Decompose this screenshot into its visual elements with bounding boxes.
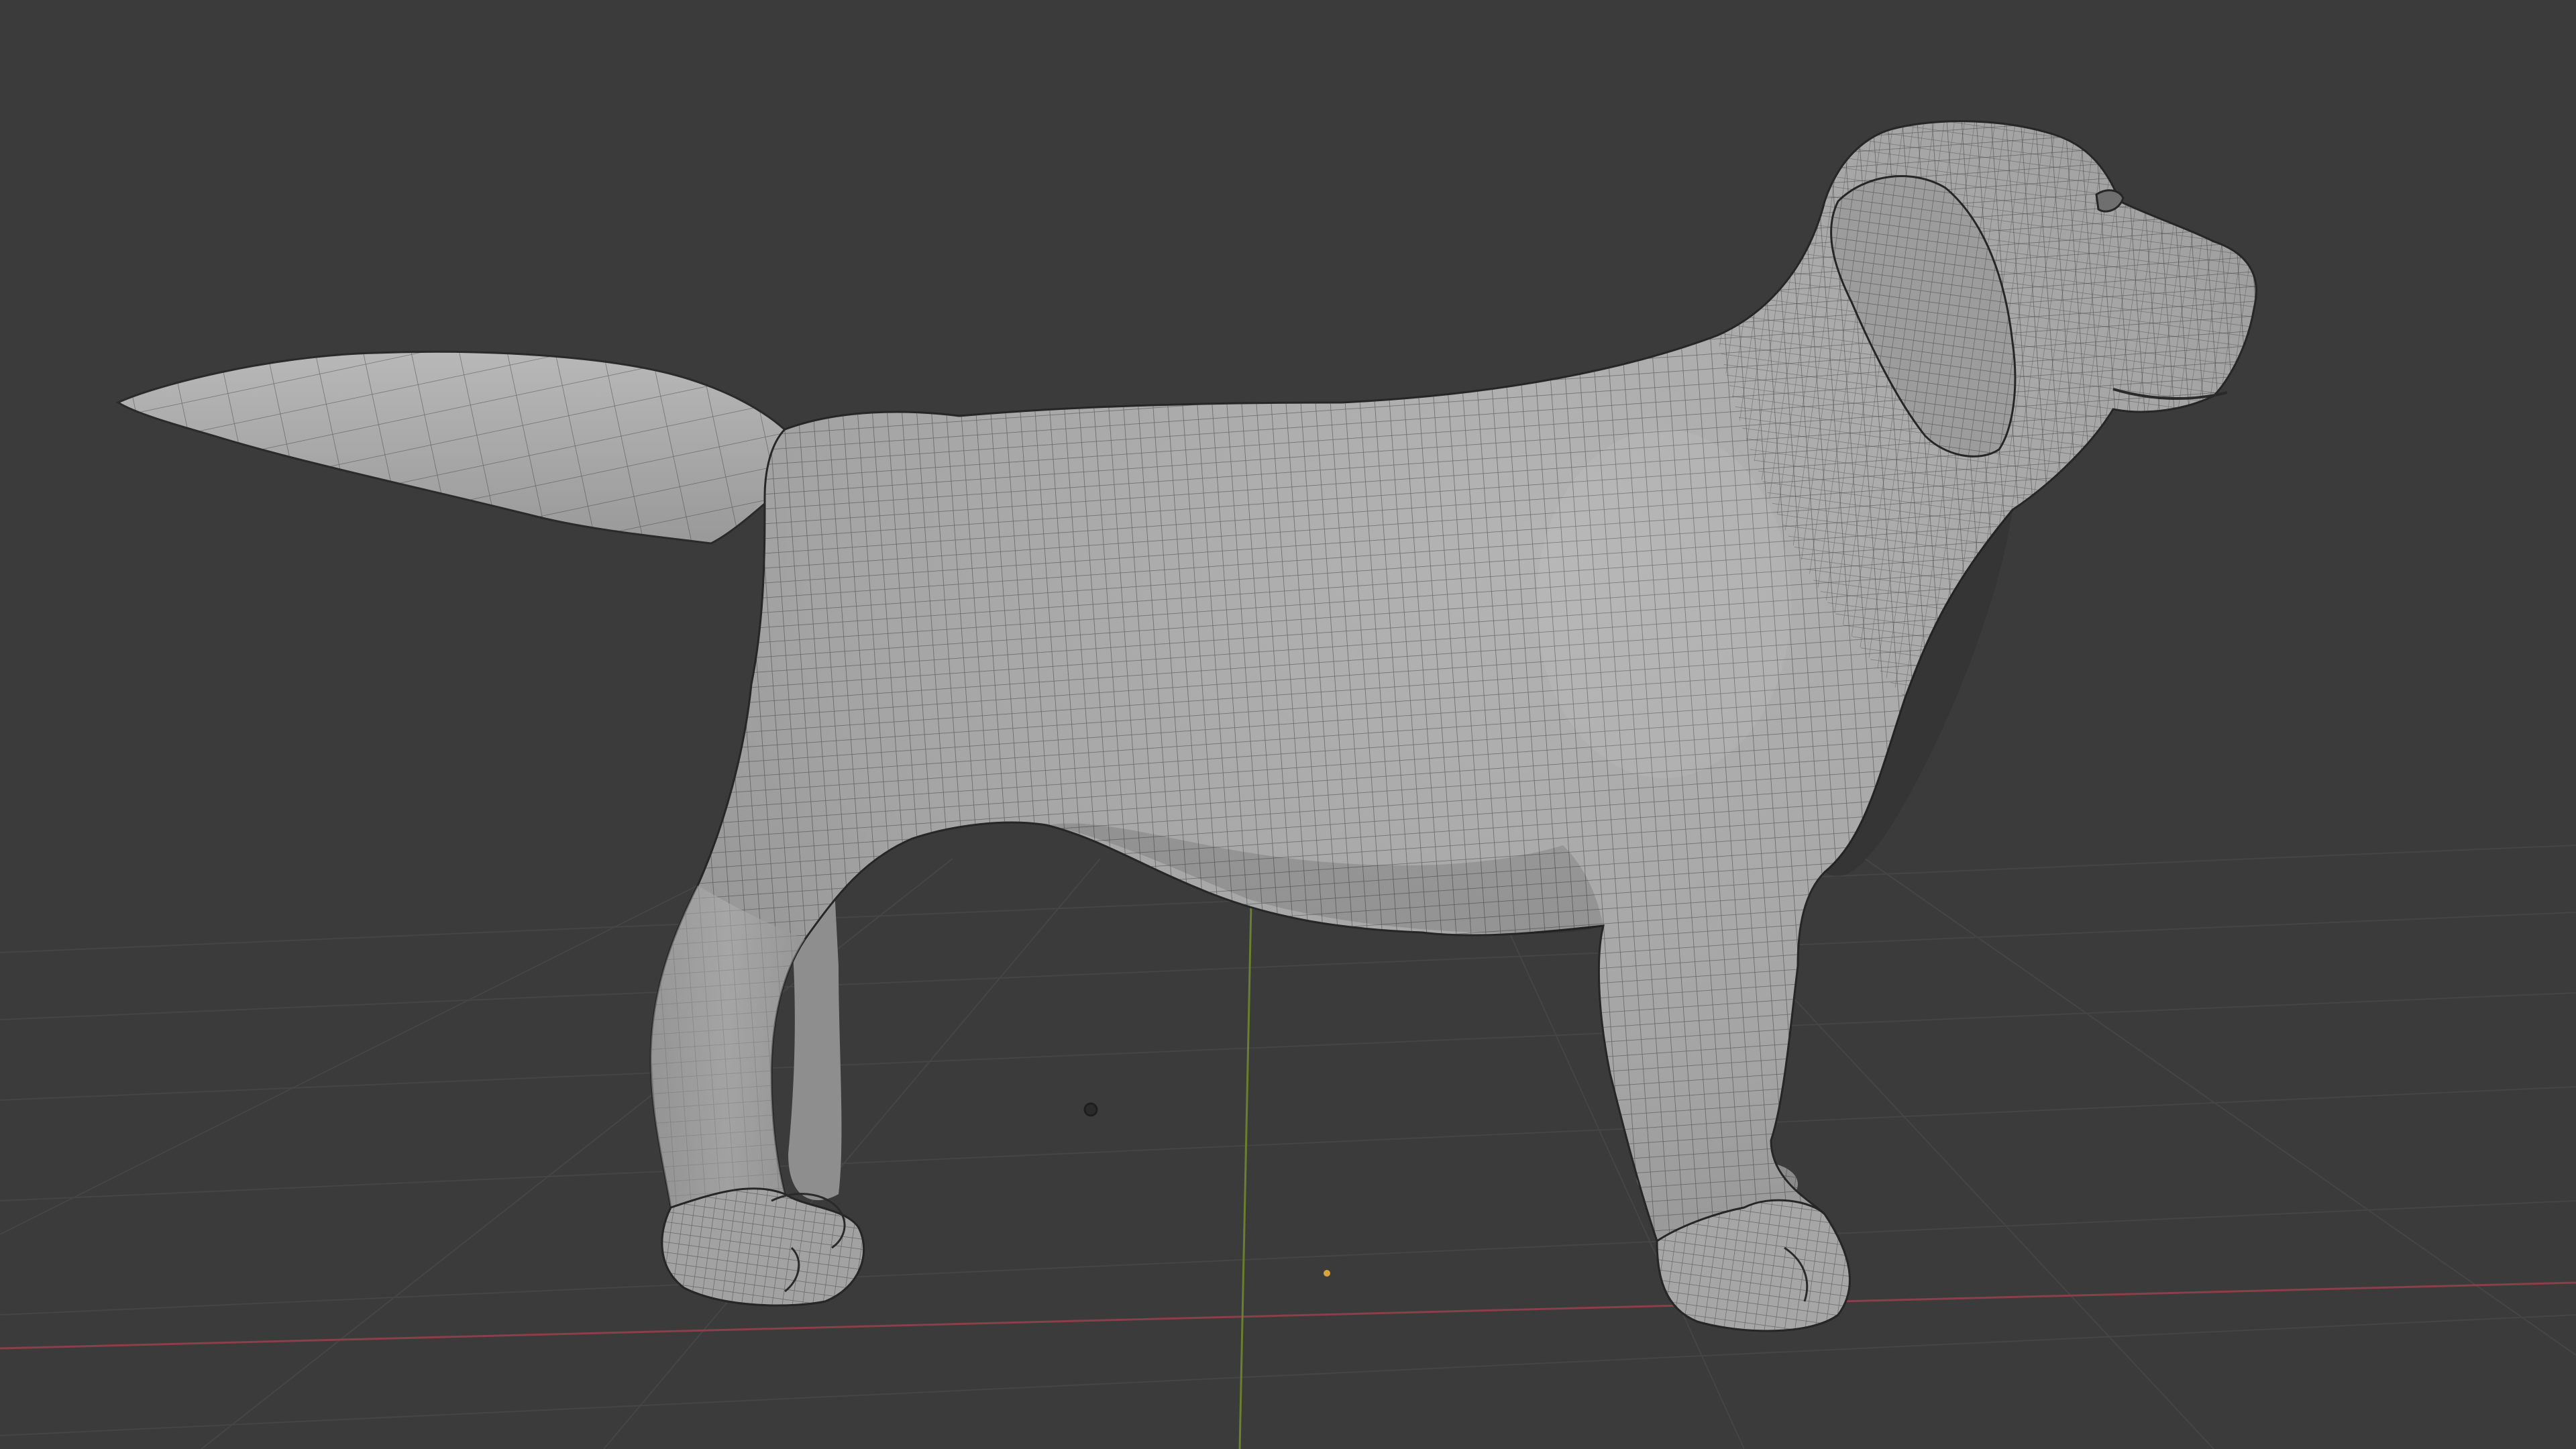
shoulder-shade (1536, 429, 1791, 778)
dog-mesh[interactable] (115, 120, 2257, 1332)
origin-icon (1324, 1270, 1330, 1277)
x-axis-line (0, 1281, 2576, 1350)
y-axis-line (1238, 871, 1253, 1449)
3d-cursor-icon[interactable] (1083, 1102, 1098, 1117)
near-hind-leg (651, 885, 805, 1208)
3d-viewport[interactable] (0, 0, 2576, 1449)
floor-grid (0, 845, 2576, 1449)
